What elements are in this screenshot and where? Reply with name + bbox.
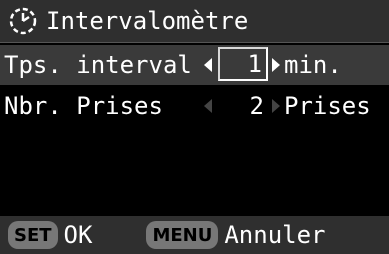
interval-timer-icon (9, 7, 37, 35)
interval-label: Tps. interval (4, 51, 192, 79)
increase-arrow-icon[interactable] (272, 58, 280, 72)
setting-row-interval[interactable]: Tps. interval 1 min. (0, 45, 389, 85)
page-title: Intervalomètre (46, 7, 249, 35)
interval-unit: min. (284, 51, 342, 79)
decrease-arrow-icon[interactable] (204, 99, 212, 113)
menu-action-label: Annuler (224, 221, 326, 249)
increase-arrow-icon[interactable] (272, 99, 280, 113)
intervalometer-screen: Intervalomètre Tps. interval 1 min. Nbr.… (0, 0, 389, 254)
menu-button[interactable]: MENU (146, 221, 219, 249)
setting-row-shots[interactable]: Nbr. Prises 2 Prises (0, 86, 389, 126)
shots-unit: Prises (284, 92, 371, 120)
decrease-arrow-icon[interactable] (204, 58, 212, 72)
set-button[interactable]: SET (8, 221, 58, 249)
set-action-label: OK (63, 221, 93, 249)
interval-value[interactable]: 1 (218, 47, 268, 81)
shots-label: Nbr. Prises (4, 92, 163, 120)
footer-bar: SET OK MENU Annuler (0, 216, 389, 254)
title-bar: Intervalomètre (0, 0, 389, 43)
shots-value[interactable]: 2 (220, 92, 268, 120)
